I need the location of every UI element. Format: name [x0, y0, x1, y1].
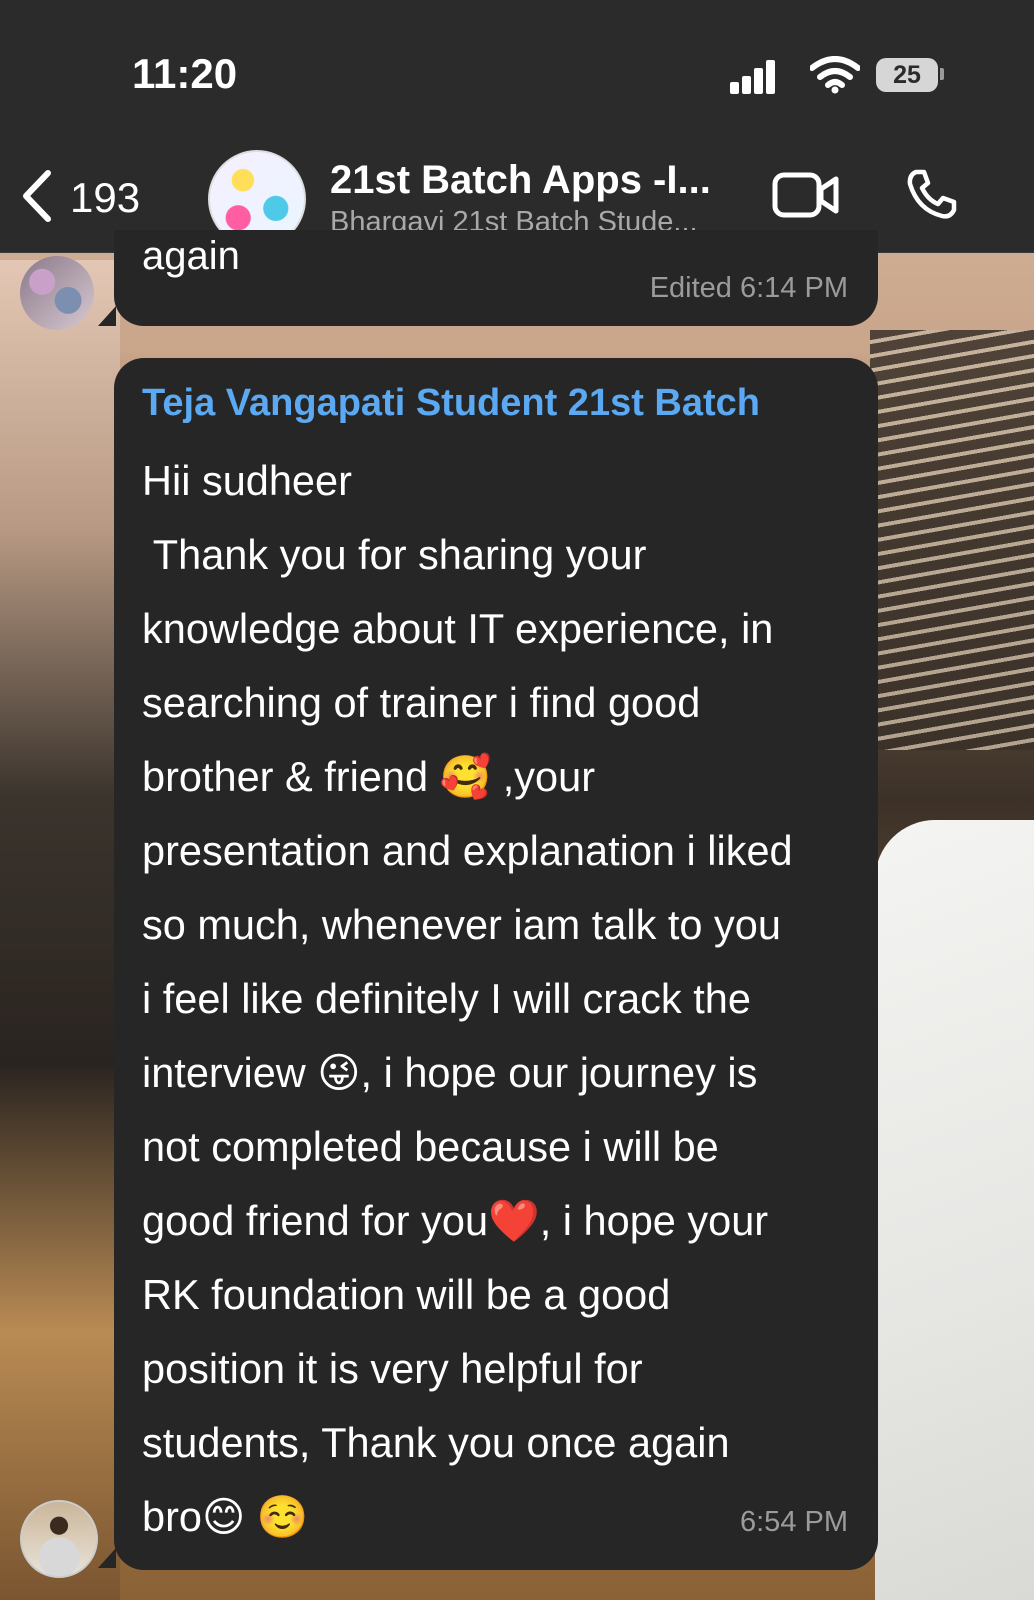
message-edited-time: Edited 6:14 PM	[649, 272, 848, 304]
message-line: position it is very helpful for	[142, 1345, 643, 1392]
message-line: knowledge about IT experience, in	[142, 605, 774, 652]
message-bubble[interactable]: Teja Vangapati Student 21st Batch Hii su…	[114, 358, 878, 1570]
sender-name[interactable]: Teja Vangapati Student 21st Batch	[142, 382, 760, 425]
voice-call-button[interactable]	[906, 168, 958, 225]
sender-avatar[interactable]	[20, 256, 94, 330]
wallpaper-person-shirt	[875, 820, 1034, 1600]
message-line: brother & friend 🥰 ,your	[142, 753, 596, 800]
battery-tip	[940, 68, 944, 80]
message-line: interview 😜, i hope our journey is	[142, 1049, 758, 1096]
message-line: students, Thank you once again	[142, 1419, 730, 1466]
battery-icon: 25	[876, 58, 938, 92]
wifi-icon	[809, 56, 861, 99]
message-line: RK foundation will be a good	[142, 1271, 671, 1318]
message-time: 6:54 PM	[740, 1506, 848, 1538]
phone-icon	[906, 169, 958, 224]
message-line: i feel like definitely I will crack the	[142, 975, 751, 1022]
video-camera-icon	[772, 172, 840, 222]
back-button[interactable]: 193	[20, 168, 140, 228]
message-line: Thank you for sharing your	[142, 531, 647, 578]
wallpaper-ceiling-slats	[870, 330, 1034, 750]
chat-header-bar: 11:20 25 193 21st Batch Apps -I... Bharg…	[0, 0, 1034, 253]
message-line: Hii sudheer	[142, 457, 352, 504]
sender-avatar[interactable]	[20, 1500, 98, 1578]
message-text: Hii sudheer Thank you for sharing your k…	[142, 444, 858, 1554]
message-line: so much, whenever iam talk to you	[142, 901, 781, 948]
unread-count: 193	[70, 174, 141, 221]
message-bubble[interactable]: again Edited 6:14 PM	[114, 230, 878, 326]
message-line: good friend for you❤️, i hope your	[142, 1197, 769, 1244]
status-time: 11:20	[132, 50, 238, 97]
message-line: searching of trainer i find good	[142, 679, 701, 726]
bubble-tail	[98, 1548, 116, 1568]
wallpaper-wall-left	[0, 260, 120, 1600]
message-line: presentation and explanation i liked	[142, 827, 793, 874]
cellular-signal-icon	[730, 58, 782, 94]
message-text: again	[142, 234, 240, 278]
group-title[interactable]: 21st Batch Apps -I...	[330, 158, 711, 203]
bubble-tail	[98, 306, 116, 326]
chevron-left-icon	[20, 169, 54, 228]
video-call-button[interactable]	[772, 172, 840, 223]
message-line: not completed because i will be	[142, 1123, 719, 1170]
